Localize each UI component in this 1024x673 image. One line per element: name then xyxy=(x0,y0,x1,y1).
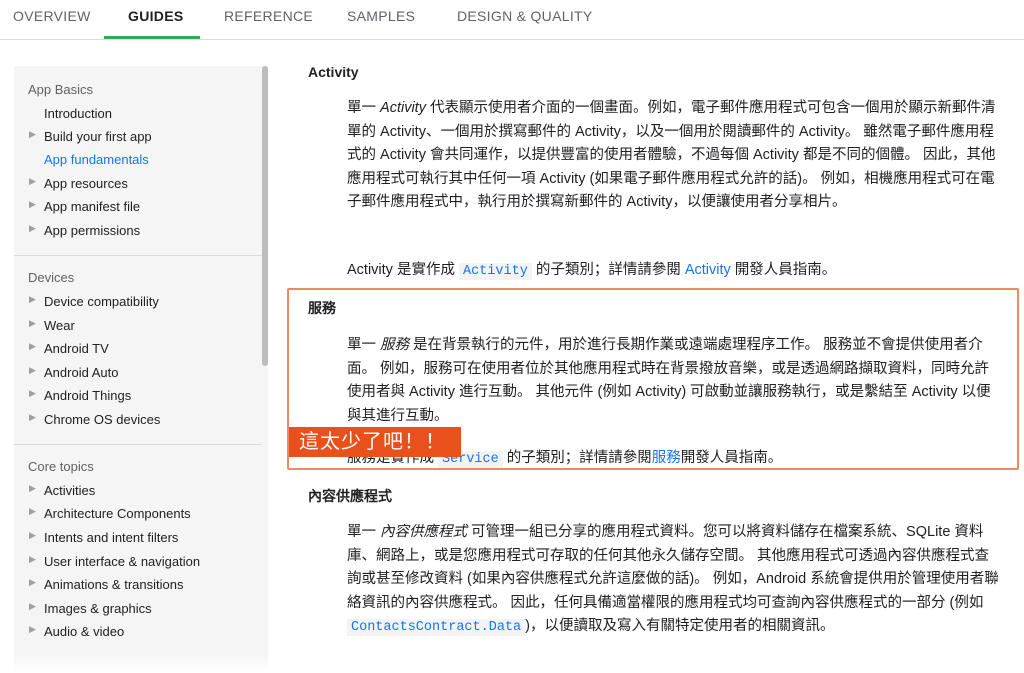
code-activity-class[interactable]: Activity xyxy=(458,263,532,280)
sidebar-item-app-fundamentals[interactable]: App fundamentals xyxy=(44,152,264,167)
sidebar-item-chrome-os[interactable]: Chrome OS devices xyxy=(44,412,264,427)
sidebar-item-android-auto[interactable]: Android Auto xyxy=(44,365,264,380)
chevron-right-icon[interactable]: ▶ xyxy=(29,318,36,329)
annotation-callout: 這太少了吧！！ xyxy=(289,427,461,457)
sidebar-item-audio-video[interactable]: Audio & video xyxy=(44,624,264,639)
chevron-right-icon[interactable]: ▶ xyxy=(29,601,36,612)
bottom-fade xyxy=(0,653,1024,673)
sidebar-item-android-tv[interactable]: Android TV xyxy=(44,341,264,356)
chevron-right-icon[interactable]: ▶ xyxy=(29,483,36,494)
service-description: 單一 服務 是在背景執行的元件，用於進行長期作業或遠端處理程序工作。 服務並不會… xyxy=(347,334,1002,428)
link-service-guide[interactable]: 服務 xyxy=(652,450,681,466)
sidebar-item-app-resources[interactable]: App resources xyxy=(44,176,264,191)
sidebar-section-title: Devices xyxy=(28,270,75,285)
link-activity-guide[interactable]: Activity xyxy=(685,262,731,278)
sidebar-item-activities[interactable]: Activities xyxy=(44,483,264,498)
chevron-right-icon[interactable]: ▶ xyxy=(29,365,36,376)
section-heading-service: 服務 xyxy=(308,300,336,316)
activity-reference: Activity 是實作成 Activity 的子類別；詳情請參閱 Activi… xyxy=(347,258,837,280)
text: 單一 xyxy=(347,337,381,353)
sidebar-item-app-manifest[interactable]: App manifest file xyxy=(44,199,264,214)
text: 的子類別；詳情請參閱 xyxy=(531,262,685,278)
chevron-right-icon[interactable]: ▶ xyxy=(29,577,36,588)
term: 服務 xyxy=(380,337,410,353)
sidebar-section-title: App Basics xyxy=(28,82,94,97)
sidebar-divider xyxy=(14,444,262,445)
text: 單一 xyxy=(347,524,381,540)
sidebar-divider xyxy=(14,255,262,256)
section-heading-content-provider: 內容供應程式 xyxy=(308,488,392,504)
chevron-right-icon[interactable]: ▶ xyxy=(29,624,36,635)
tab-design-quality[interactable]: DESIGN & QUALITY xyxy=(457,0,593,40)
sidebar-section-title: Core topics xyxy=(28,459,94,474)
term: 內容供應程式 xyxy=(380,524,468,540)
active-tab-indicator xyxy=(104,36,200,39)
term: Activity xyxy=(380,100,426,116)
chevron-right-icon[interactable]: ▶ xyxy=(29,388,36,399)
sidebar-item-device-compatibility[interactable]: Device compatibility xyxy=(44,294,264,309)
chevron-right-icon[interactable]: ▶ xyxy=(29,530,36,541)
text: 代表顯示使用者介面的一個畫面。例如，電子郵件應用程式可包含一個用於顯示新郵件清單… xyxy=(347,100,996,210)
sidebar-item-wear[interactable]: Wear xyxy=(44,318,264,333)
main-content: Activity 單一 Activity 代表顯示使用者介面的一個畫面。例如，電… xyxy=(280,40,1024,673)
text: 開發人員指南。 xyxy=(730,262,837,278)
text: 是在背景執行的元件，用於進行長期作業或遠端處理程序工作。 服務並不會提供使用者介… xyxy=(347,337,991,424)
sidebar-item-android-things[interactable]: Android Things xyxy=(44,388,264,403)
tab-guides[interactable]: GUIDES xyxy=(128,0,183,40)
text: 開發人員指南。 xyxy=(680,450,783,466)
chevron-right-icon[interactable]: ▶ xyxy=(29,412,36,423)
sidebar-item-animations[interactable]: Animations & transitions xyxy=(44,577,264,592)
section-heading-activity: Activity xyxy=(308,64,359,80)
text: 單一 xyxy=(347,100,381,116)
sidebar-scrollbar[interactable] xyxy=(262,66,268,366)
chevron-right-icon[interactable]: ▶ xyxy=(29,223,36,234)
sidebar-item-intents[interactable]: Intents and intent filters xyxy=(44,530,264,545)
text: 的子類別；詳情請參閱 xyxy=(502,450,652,466)
sidebar-item-architecture-components[interactable]: Architecture Components xyxy=(44,506,264,521)
sidebar-item-introduction[interactable]: Introduction xyxy=(44,106,264,121)
text: Activity 是實作成 xyxy=(347,262,459,278)
top-navigation: OVERVIEW GUIDES REFERENCE SAMPLES DESIGN… xyxy=(0,0,1024,40)
sidebar-item-images-graphics[interactable]: Images & graphics xyxy=(44,601,264,616)
chevron-right-icon[interactable]: ▶ xyxy=(29,341,36,352)
chevron-right-icon[interactable]: ▶ xyxy=(29,506,36,517)
chevron-right-icon[interactable]: ▶ xyxy=(29,294,36,305)
code-contactscontract-data[interactable]: ContactsContract.Data xyxy=(347,619,526,636)
activity-description: 單一 Activity 代表顯示使用者介面的一個畫面。例如，電子郵件應用程式可包… xyxy=(347,97,1002,215)
chevron-right-icon[interactable]: ▶ xyxy=(29,176,36,187)
tab-samples[interactable]: SAMPLES xyxy=(347,0,415,40)
sidebar-nav: App Basics Introduction ▶ Build your fir… xyxy=(14,66,268,673)
sidebar-item-build-first-app[interactable]: Build your first app xyxy=(44,129,264,144)
chevron-right-icon[interactable]: ▶ xyxy=(29,199,36,210)
sidebar-item-ui-navigation[interactable]: User interface & navigation xyxy=(44,554,264,569)
tab-reference[interactable]: REFERENCE xyxy=(224,0,313,40)
text: )，以便讀取及寫入有關特定使用者的相關資訊。 xyxy=(525,618,835,634)
sidebar-item-app-permissions[interactable]: App permissions xyxy=(44,223,264,238)
content-provider-description: 單一 內容供應程式 可管理一組已分享的應用程式資料。您可以將資料儲存在檔案系統、… xyxy=(347,521,1002,640)
tab-overview[interactable]: OVERVIEW xyxy=(13,0,91,40)
chevron-right-icon[interactable]: ▶ xyxy=(29,554,36,565)
chevron-right-icon[interactable]: ▶ xyxy=(29,129,36,140)
